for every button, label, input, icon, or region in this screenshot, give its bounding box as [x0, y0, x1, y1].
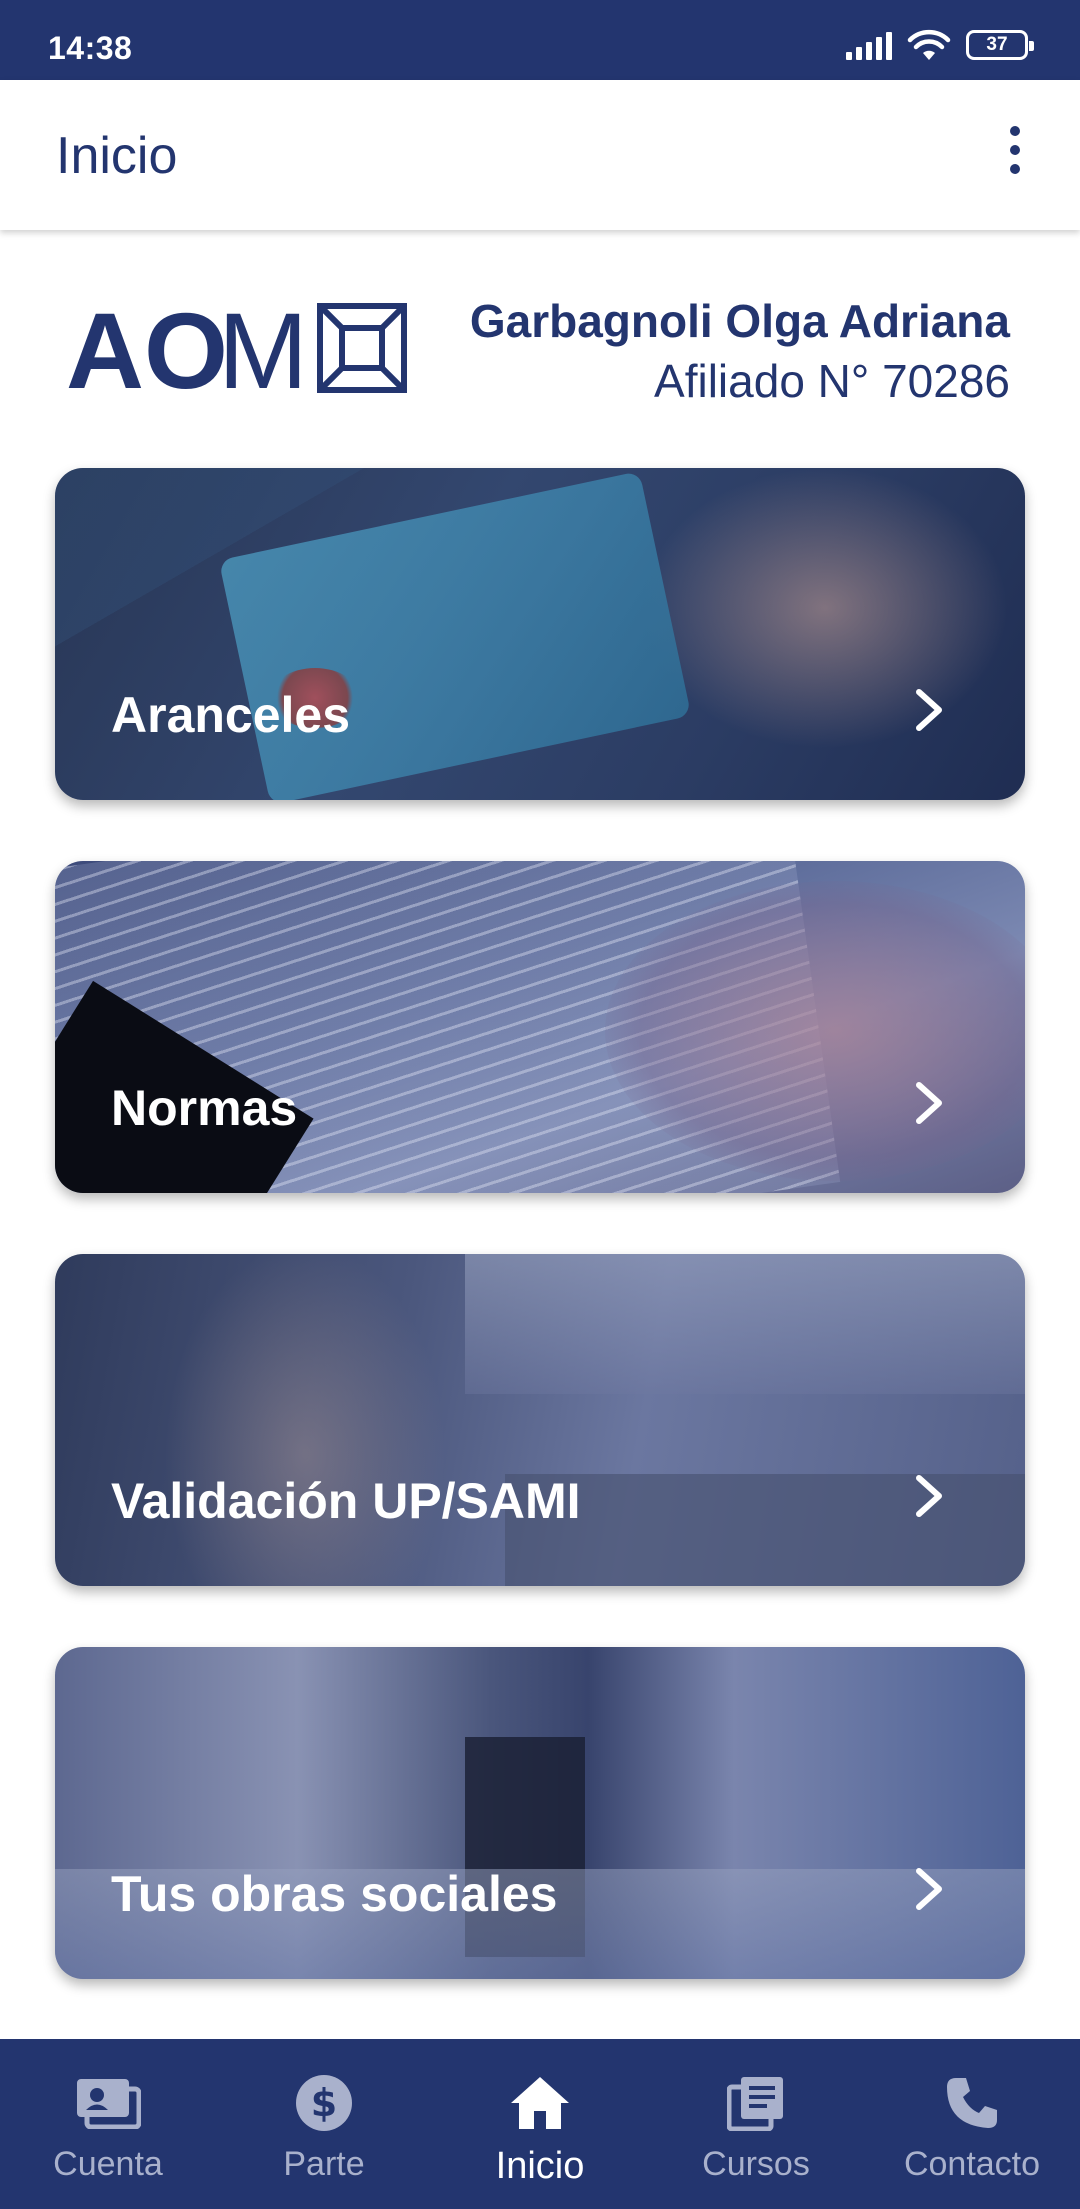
home-icon	[505, 2073, 575, 2133]
card-background-image	[55, 468, 1025, 800]
chevron-right-icon	[916, 1082, 942, 1124]
dollar-icon: $	[289, 2073, 359, 2133]
account-card-icon	[73, 2073, 143, 2133]
svg-text:M: M	[218, 296, 308, 396]
card-label: Tus obras sociales	[111, 1866, 558, 1922]
card-background-image	[55, 1254, 1025, 1586]
card-normas[interactable]: Normas	[55, 861, 1025, 1193]
battery-level: 37	[986, 34, 1008, 55]
card-background-image	[55, 1647, 1025, 1979]
status-icons: 37	[846, 28, 1034, 62]
nav-item-cuenta[interactable]: Cuenta	[0, 2039, 216, 2209]
nav-item-parte[interactable]: $ Parte	[216, 2039, 432, 2209]
member-number: Afiliado N° 70286	[654, 355, 1010, 407]
card-aranceles[interactable]: Aranceles	[55, 468, 1025, 800]
member-name: Garbagnoli Olga Adriana	[469, 295, 1010, 347]
svg-text:$: $	[311, 2081, 337, 2125]
nav-label: Contacto	[903, 2145, 1041, 2183]
phone-icon	[937, 2073, 1007, 2133]
app-bar: Inicio	[0, 80, 1080, 230]
card-label: Normas	[111, 1080, 298, 1136]
nav-item-contacto[interactable]: Contacto	[864, 2039, 1080, 2209]
svg-text:AO: AO	[66, 296, 228, 396]
aom-logo: AO M	[66, 296, 407, 396]
status-bar: 14:38 37	[0, 0, 1080, 80]
nav-item-cursos[interactable]: Cursos	[648, 2039, 864, 2209]
nav-label: Inicio	[495, 2145, 585, 2187]
page-title: Inicio	[56, 127, 178, 185]
signal-icon	[846, 30, 892, 60]
chevron-right-icon	[916, 1475, 942, 1517]
courses-icon	[721, 2073, 791, 2133]
chevron-right-icon	[916, 689, 942, 731]
member-info: Garbagnoli Olga Adriana Afiliado N° 7028…	[470, 294, 1010, 408]
card-label: Aranceles	[111, 687, 351, 743]
nav-label: Cursos	[702, 2145, 810, 2183]
nav-label: Cuenta	[53, 2145, 163, 2183]
battery-icon: 37	[966, 30, 1034, 60]
nav-item-inicio[interactable]: Inicio	[432, 2039, 648, 2209]
chevron-right-icon	[916, 1868, 942, 1910]
card-obras-sociales[interactable]: Tus obras sociales	[55, 1647, 1025, 1979]
card-background-image	[55, 861, 1025, 1193]
card-label: Validación UP/SAMI	[111, 1473, 581, 1529]
bottom-navigation: Cuenta $ Parte Inicio Cursos Contacto	[0, 2039, 1080, 2209]
nav-label: Parte	[283, 2145, 365, 2183]
wifi-icon	[907, 29, 951, 60]
status-time: 14:38	[48, 30, 133, 66]
more-options-icon[interactable]	[990, 120, 1040, 180]
card-validacion[interactable]: Validación UP/SAMI	[55, 1254, 1025, 1586]
